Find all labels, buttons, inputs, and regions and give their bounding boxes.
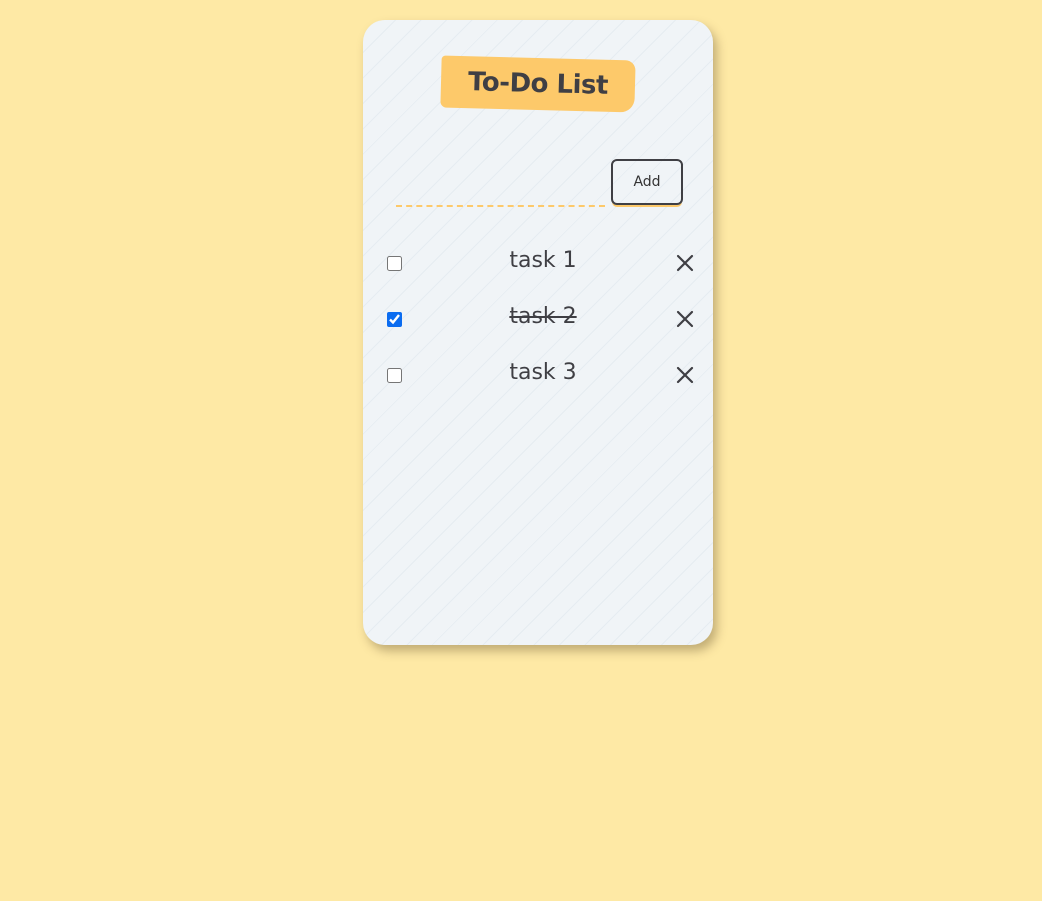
close-icon[interactable] [676, 310, 694, 328]
add-button[interactable]: Add [611, 159, 683, 205]
page-title: To-Do List [440, 55, 636, 113]
task-label: task 2 [509, 304, 577, 329]
task-checkbox[interactable] [387, 312, 402, 327]
todo-card: To-Do List Add task 1 task 2 task 3 [363, 20, 713, 645]
close-icon[interactable] [676, 366, 694, 384]
task-label: task 3 [509, 360, 577, 385]
add-task-form: Add [396, 159, 686, 215]
task-checkbox[interactable] [387, 256, 402, 271]
task-list: task 1 task 2 task 3 [363, 246, 713, 414]
task-input[interactable] [396, 169, 605, 207]
task-checkbox[interactable] [387, 368, 402, 383]
close-icon[interactable] [676, 254, 694, 272]
task-label: task 1 [509, 248, 577, 273]
list-item: task 2 [363, 302, 713, 358]
list-item: task 3 [363, 358, 713, 414]
list-item: task 1 [363, 246, 713, 302]
